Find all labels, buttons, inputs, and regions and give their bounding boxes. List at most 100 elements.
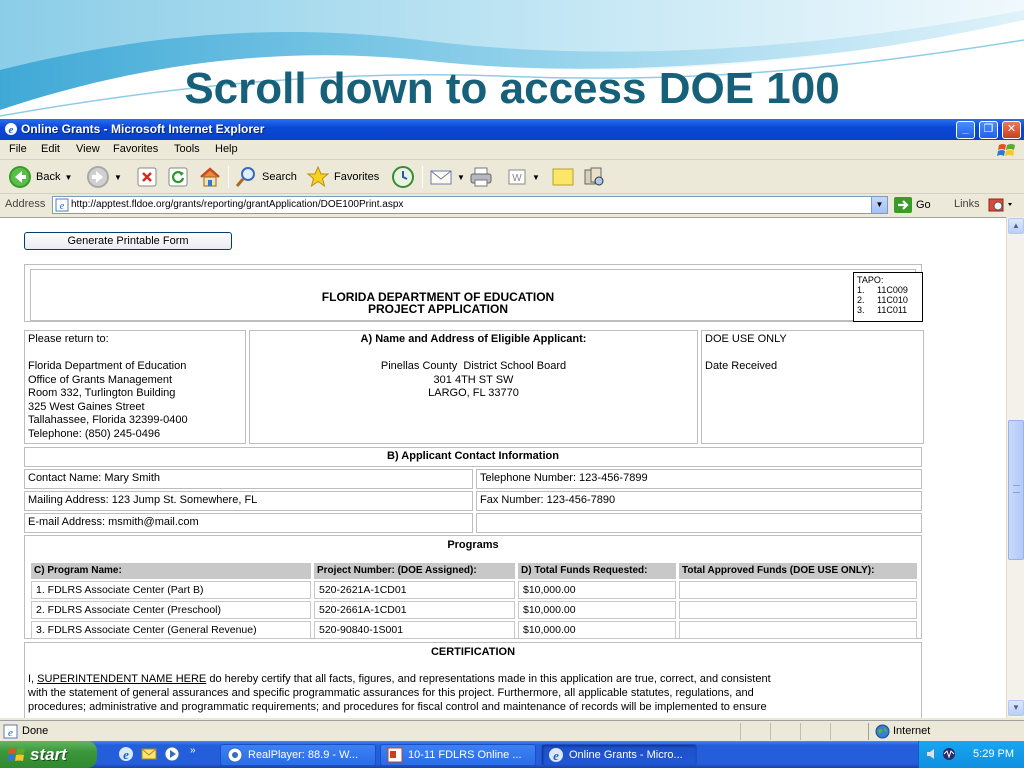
- column-header: Project Number: (DOE Assigned):: [314, 563, 515, 579]
- vertical-scrollbar[interactable]: ▲ ▼: [1006, 217, 1024, 718]
- back-arrow-icon: [9, 166, 31, 188]
- window-title: Online Grants - Microsoft Internet Explo…: [21, 122, 265, 136]
- scroll-grip-icon: [1013, 485, 1020, 493]
- certification-line: with the statement of general assurances…: [28, 687, 754, 699]
- chevron-down-icon[interactable]: ▼: [64, 173, 72, 182]
- scroll-thumb[interactable]: [1008, 420, 1024, 560]
- home-icon: [200, 167, 220, 187]
- applicant-cell: A) Name and Address of Eligible Applican…: [249, 330, 698, 444]
- status-bar: e Done Internet: [0, 720, 1024, 741]
- generate-printable-form-button[interactable]: Generate Printable Form: [24, 232, 232, 250]
- tapo-code: 11C011: [877, 305, 908, 315]
- windows-logo-icon: [8, 748, 25, 761]
- clock: 5:29 PM: [973, 748, 1014, 760]
- back-button[interactable]: Back ▼: [8, 164, 72, 190]
- volume-icon[interactable]: [925, 747, 939, 761]
- fax-cell: Fax Number: 123-456-7890: [476, 491, 922, 511]
- powerpoint-icon: [387, 747, 403, 763]
- realplayer-icon: [227, 747, 243, 763]
- status-divider: [800, 723, 801, 740]
- telephone-number: Telephone Number: 123-456-7899: [480, 472, 648, 484]
- return-to-cell: Please return to: Florida Department of …: [24, 330, 246, 444]
- forward-button[interactable]: ▼: [86, 164, 122, 190]
- funds-requested-cell: $10,000.00: [518, 581, 676, 599]
- taskbar: start e » RealPlayer: 88.9 - W... 10-11 …: [0, 741, 1024, 768]
- doe-use-cell: DOE USE ONLY Date Received: [701, 330, 924, 444]
- print-button[interactable]: [469, 164, 493, 190]
- certification-heading: CERTIFICATION: [430, 646, 516, 658]
- menu-view[interactable]: View: [76, 143, 100, 155]
- slide-title: Scroll down to access DOE 100: [184, 64, 840, 113]
- svg-text:e: e: [8, 727, 13, 739]
- network-activity-icon[interactable]: [941, 747, 957, 761]
- taskbar-item-online-grants[interactable]: e Online Grants - Micro...: [541, 744, 697, 766]
- mail-quicklaunch-icon[interactable]: [141, 746, 157, 762]
- scroll-down-button[interactable]: ▼: [1008, 700, 1024, 716]
- stop-button[interactable]: [136, 164, 158, 190]
- toolbar-separator: [422, 166, 423, 188]
- doe-use-label: DOE USE ONLY: [705, 333, 787, 345]
- telephone-cell: Telephone Number: 123-456-7899: [476, 469, 922, 489]
- approved-funds-cell: [679, 581, 917, 599]
- chevron-down-icon[interactable]: ▼: [457, 173, 465, 182]
- url-input[interactable]: e http://apptest.fldoe.org/grants/report…: [52, 196, 888, 214]
- form-title-line2: PROJECT APPLICATION: [367, 302, 508, 316]
- svg-text:e: e: [553, 748, 559, 763]
- ie-quicklaunch-icon[interactable]: e: [118, 746, 134, 762]
- program-name-cell: 2. FDLRS Associate Center (Preschool): [31, 601, 311, 619]
- quicklaunch-overflow-icon[interactable]: »: [190, 745, 196, 756]
- menu-help[interactable]: Help: [215, 143, 238, 155]
- back-label: Back: [36, 171, 61, 183]
- svg-text:e: e: [60, 201, 65, 212]
- taskbar-item-powerpoint[interactable]: 10-11 FDLRS Online ...: [380, 744, 536, 766]
- start-button[interactable]: start: [0, 741, 97, 768]
- taskbar-item-realplayer[interactable]: RealPlayer: 88.9 - W...: [220, 744, 376, 766]
- toolbar-separator: [228, 166, 229, 188]
- search-button[interactable]: Search: [234, 164, 297, 190]
- address-dropdown-button[interactable]: ▼: [871, 197, 887, 213]
- ie-icon: e: [549, 748, 563, 763]
- empty-cell: [476, 513, 922, 533]
- media-quicklaunch-icon[interactable]: [164, 746, 180, 762]
- mail-icon: [430, 170, 452, 185]
- menu-favorites[interactable]: Favorites: [113, 143, 158, 155]
- certification-prefix: I,: [28, 673, 38, 685]
- return-to-label: Please return to:: [28, 333, 109, 345]
- column-header: Total Approved Funds (DOE USE ONLY):: [679, 563, 917, 579]
- menu-edit[interactable]: Edit: [41, 143, 60, 155]
- title-bar[interactable]: e Online Grants - Microsoft Internet Exp…: [0, 119, 1024, 140]
- certification-line: procedures; administrative and programma…: [28, 701, 767, 713]
- chevron-down-icon[interactable]: ▼: [114, 173, 122, 182]
- scroll-up-button[interactable]: ▲: [1008, 218, 1024, 234]
- tapo-number: 1.: [857, 285, 865, 295]
- note-icon: [552, 168, 574, 186]
- close-button[interactable]: ✕: [1002, 121, 1021, 139]
- links-label[interactable]: Links: [954, 198, 980, 210]
- discuss-button[interactable]: [551, 164, 575, 190]
- page-viewport: Generate Printable Form FLORIDA DEPARTME…: [0, 217, 1006, 718]
- research-button[interactable]: [582, 164, 606, 190]
- menu-bar: File Edit View Favorites Tools Help: [0, 140, 1024, 160]
- windows-flag-icon: [997, 144, 1015, 156]
- minimize-button[interactable]: _: [956, 121, 975, 139]
- links-extension[interactable]: [988, 197, 1016, 216]
- menu-tools[interactable]: Tools: [174, 143, 200, 155]
- url-text: http://apptest.fldoe.org/grants/reportin…: [71, 199, 404, 210]
- approved-funds-cell: [679, 601, 917, 619]
- page-icon: e: [55, 198, 69, 212]
- refresh-button[interactable]: [167, 164, 189, 190]
- home-button[interactable]: [198, 164, 222, 190]
- tapo-row: 3. 11C011: [857, 305, 919, 315]
- favorites-button[interactable]: Favorites: [306, 164, 379, 190]
- email-address: E-mail Address: msmith@mail.com: [28, 516, 199, 528]
- mail-button[interactable]: ▼: [429, 164, 465, 190]
- maximize-button[interactable]: ❐: [979, 121, 998, 139]
- history-button[interactable]: [391, 164, 415, 190]
- contact-heading: B) Applicant Contact Information: [387, 450, 559, 462]
- status-divider: [830, 723, 831, 740]
- project-number-cell: 520-2621A-1CD01: [314, 581, 515, 599]
- go-button[interactable]: Go: [894, 196, 931, 214]
- menu-file[interactable]: File: [9, 143, 27, 155]
- chevron-down-icon[interactable]: ▼: [532, 173, 540, 182]
- edit-button[interactable]: W ▼: [506, 164, 540, 190]
